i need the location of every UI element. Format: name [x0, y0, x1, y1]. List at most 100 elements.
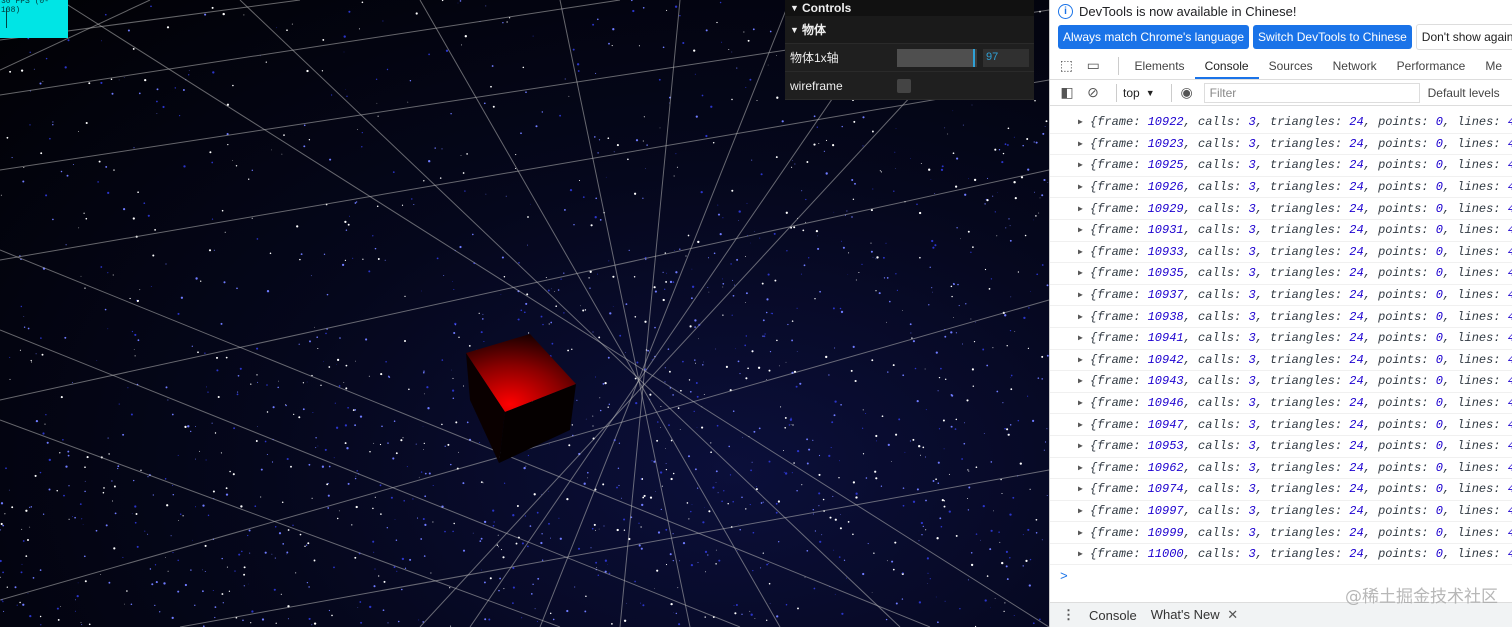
eye-icon[interactable]: ◉: [1178, 84, 1196, 102]
console-log-entry[interactable]: ▶ {frame: 11000, calls: 3, triangles: 24,…: [1050, 544, 1512, 566]
star: [700, 190, 703, 194]
star: [862, 572, 865, 576]
gui-controls-header[interactable]: ▼ Controls: [785, 0, 1034, 16]
expand-triangle-icon[interactable]: ▶: [1078, 484, 1083, 494]
expand-triangle-icon[interactable]: ▶: [1078, 398, 1083, 408]
expand-triangle-icon[interactable]: ▶: [1078, 160, 1083, 170]
star: [939, 517, 942, 520]
star: [999, 541, 1001, 543]
console-log-entry[interactable]: ▶ {frame: 10942, calls: 3, triangles: 24,…: [1050, 350, 1512, 372]
tab-memory[interactable]: Me: [1475, 53, 1512, 79]
star: [716, 424, 719, 427]
star: [1006, 578, 1009, 581]
match-language-button[interactable]: Always match Chrome's language: [1058, 25, 1250, 49]
expand-triangle-icon[interactable]: ▶: [1078, 225, 1083, 235]
star: [134, 355, 136, 357]
star: [902, 374, 905, 377]
console-log-entry[interactable]: ▶ {frame: 10938, calls: 3, triangles: 24,…: [1050, 306, 1512, 328]
console-output[interactable]: ▶ {frame: 10922, calls: 3, triangles: 24,…: [1050, 112, 1512, 602]
console-log-entry[interactable]: ▶ {frame: 10941, calls: 3, triangles: 24,…: [1050, 328, 1512, 350]
expand-triangle-icon[interactable]: ▶: [1078, 117, 1083, 127]
inspect-element-icon[interactable]: ⬚: [1058, 57, 1075, 75]
console-log-entry[interactable]: ▶ {frame: 10962, calls: 3, triangles: 24,…: [1050, 458, 1512, 480]
x-axis-number-input[interactable]: 97: [983, 49, 1029, 67]
star: [88, 82, 91, 85]
drawer-tab-whats-new[interactable]: What's New ✕: [1151, 607, 1238, 623]
tab-network[interactable]: Network: [1323, 53, 1387, 79]
gui-folder-object[interactable]: ▼ 物体: [785, 16, 1034, 44]
console-log-entry[interactable]: ▶ {frame: 10953, calls: 3, triangles: 24,…: [1050, 436, 1512, 458]
tab-elements[interactable]: Elements: [1125, 53, 1195, 79]
expand-triangle-icon[interactable]: ▶: [1078, 420, 1083, 430]
star: [590, 224, 593, 227]
console-log-entry[interactable]: ▶ {frame: 10926, calls: 3, triangles: 24,…: [1050, 177, 1512, 199]
expand-triangle-icon[interactable]: ▶: [1078, 355, 1083, 365]
star: [593, 523, 596, 526]
clear-console-icon[interactable]: ⊘: [1084, 84, 1102, 102]
expand-triangle-icon[interactable]: ▶: [1078, 268, 1083, 278]
expand-triangle-icon[interactable]: ▶: [1078, 333, 1083, 343]
star: [426, 386, 429, 389]
cube-mesh: [466, 334, 576, 463]
star: [867, 543, 869, 545]
log-levels-dropdown[interactable]: Default levels: [1428, 86, 1500, 100]
star: [68, 518, 70, 520]
console-log-entry[interactable]: ▶ {frame: 10947, calls: 3, triangles: 24,…: [1050, 414, 1512, 436]
expand-triangle-icon[interactable]: ▶: [1078, 376, 1083, 386]
console-log-entry[interactable]: ▶ {frame: 10933, calls: 3, triangles: 24,…: [1050, 242, 1512, 264]
console-log-entry[interactable]: ▶ {frame: 10922, calls: 3, triangles: 24,…: [1050, 112, 1512, 134]
sidebar-toggle-icon[interactable]: ◧: [1058, 84, 1076, 102]
expand-triangle-icon[interactable]: ▶: [1078, 312, 1083, 322]
star: [1009, 329, 1012, 332]
filter-input[interactable]: Filter: [1203, 82, 1420, 103]
console-log-entry[interactable]: ▶ {frame: 10937, calls: 3, triangles: 24,…: [1050, 285, 1512, 307]
switch-chinese-button[interactable]: Switch DevTools to Chinese: [1253, 25, 1412, 49]
star: [784, 426, 787, 429]
expand-triangle-icon[interactable]: ▶: [1078, 139, 1083, 149]
tab-sources[interactable]: Sources: [1259, 53, 1323, 79]
dont-show-again-button[interactable]: Don't show again: [1415, 24, 1512, 50]
star: [205, 459, 207, 461]
device-toolbar-icon[interactable]: ▭: [1085, 57, 1102, 75]
x-axis-slider[interactable]: [897, 49, 977, 67]
tab-console[interactable]: Console: [1194, 53, 1259, 79]
expand-triangle-icon[interactable]: ▶: [1078, 182, 1083, 192]
expand-triangle-icon[interactable]: ▶: [1078, 549, 1083, 559]
console-log-entry[interactable]: ▶ {frame: 10999, calls: 3, triangles: 24,…: [1050, 522, 1512, 544]
expand-triangle-icon[interactable]: ▶: [1078, 463, 1083, 473]
close-icon[interactable]: ✕: [1227, 607, 1238, 622]
expand-triangle-icon[interactable]: ▶: [1078, 247, 1083, 257]
console-log-entry[interactable]: ▶ {frame: 10929, calls: 3, triangles: 24,…: [1050, 198, 1512, 220]
wireframe-checkbox[interactable]: [897, 79, 911, 93]
context-selector[interactable]: top ▼: [1123, 86, 1155, 100]
star: [799, 382, 802, 385]
star: [123, 208, 126, 211]
star: [750, 469, 753, 472]
expand-triangle-icon[interactable]: ▶: [1078, 290, 1083, 300]
star: [341, 263, 345, 267]
drawer-tab-console[interactable]: Console: [1089, 608, 1137, 623]
console-log-entry[interactable]: ▶ {frame: 10925, calls: 3, triangles: 24,…: [1050, 155, 1512, 177]
more-menu-icon[interactable]: ⋮: [1062, 607, 1075, 623]
log-frame: 10943: [1147, 374, 1184, 389]
console-log-entry[interactable]: ▶ {frame: 10997, calls: 3, triangles: 24,…: [1050, 501, 1512, 523]
tab-performance[interactable]: Performance: [1387, 53, 1476, 79]
console-log-entry[interactable]: ▶ {frame: 10923, calls: 3, triangles: 24,…: [1050, 134, 1512, 156]
expand-triangle-icon[interactable]: ▶: [1078, 506, 1083, 516]
console-log-entry[interactable]: ▶ {frame: 10935, calls: 3, triangles: 24,…: [1050, 263, 1512, 285]
expand-triangle-icon[interactable]: ▶: [1078, 441, 1083, 451]
console-log-entry[interactable]: ▶ {frame: 10943, calls: 3, triangles: 24,…: [1050, 371, 1512, 393]
star: [752, 569, 754, 572]
console-log-entry[interactable]: ▶ {frame: 10974, calls: 3, triangles: 24,…: [1050, 479, 1512, 501]
star: [752, 28, 755, 31]
expand-triangle-icon[interactable]: ▶: [1078, 528, 1083, 538]
expand-triangle-icon[interactable]: ▶: [1078, 204, 1083, 214]
star: [819, 540, 822, 543]
star: [916, 203, 918, 206]
star: [685, 255, 687, 257]
star: [1017, 419, 1020, 422]
console-log-entry[interactable]: ▶ {frame: 10931, calls: 3, triangles: 24,…: [1050, 220, 1512, 242]
star: [796, 489, 798, 492]
stats-panel[interactable]: 30 FPS (0-108): [0, 0, 68, 38]
console-log-entry[interactable]: ▶ {frame: 10946, calls: 3, triangles: 24,…: [1050, 393, 1512, 415]
